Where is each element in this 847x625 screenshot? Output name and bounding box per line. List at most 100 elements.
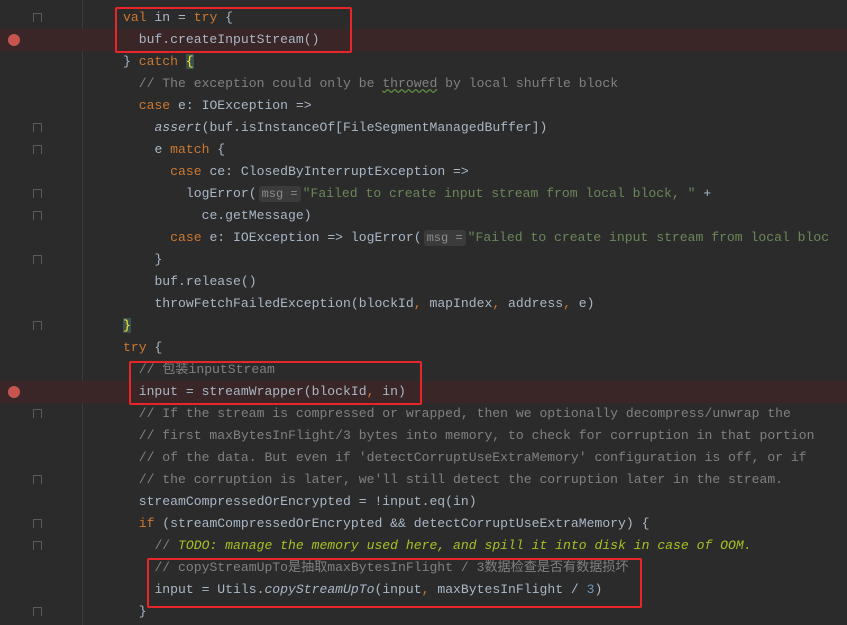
code-token: (buf.isInstanceOf[FileSegmentManagedBuff… [201,120,548,135]
code-token: , [563,296,571,311]
code-text: buf.release() [154,271,256,293]
fold-marker-icon[interactable] [33,189,42,198]
code-line[interactable]: case e: IOException => [0,95,847,117]
code-text: // of the data. But even if 'detectCorru… [139,447,807,469]
code-token: e [154,142,171,157]
code-token: "Failed to create input stream from loca… [302,186,696,201]
fold-marker-icon[interactable] [33,607,42,616]
code-token: // first maxBytesInFlight/3 bytes into m… [138,428,815,443]
code-line[interactable]: input = streamWrapper(blockId, in) [0,381,847,403]
code-text: // If the stream is compressed or wrappe… [139,403,791,425]
breakpoint-icon[interactable] [8,34,20,46]
code-text: throwFetchFailedException(blockId, mapIn… [154,293,594,315]
code-line[interactable]: } [0,315,847,337]
code-text: try { [123,337,162,359]
code-text: // The exception could only be throwed b… [139,73,618,95]
code-line[interactable]: case e: IOException => logError(msg = "Fa… [0,227,847,249]
code-line[interactable]: // 包装inputStream [0,359,847,381]
code-token: throwed [382,76,438,91]
code-token: // of the data. But even if 'detectCorru… [138,450,807,465]
code-line[interactable]: ce.getMessage) [0,205,847,227]
code-text: // TODO: manage the memory used here, an… [154,535,751,557]
code-token: streamCompressedOrEncrypted = !input.eq(… [138,494,477,509]
code-token: assert [154,120,202,135]
fold-marker-icon[interactable] [33,541,42,550]
code-line[interactable]: // TODO: manage the memory used here, an… [0,535,847,557]
code-text: if (streamCompressedOrEncrypted && detec… [139,513,650,535]
code-token: // [154,538,179,553]
fold-marker-icon[interactable] [33,123,42,132]
code-text: streamCompressedOrEncrypted = !input.eq(… [139,491,477,513]
fold-marker-icon[interactable] [33,475,42,484]
code-token: TODO: manage the memory used here, and s… [178,538,752,553]
code-text: } [139,601,147,623]
code-text: assert(buf.isInstanceOf[FileSegmentManag… [154,117,547,139]
code-text: // first maxBytesInFlight/3 bytes into m… [139,425,815,447]
fold-marker-icon[interactable] [33,409,42,418]
code-token: address [500,296,564,311]
code-token: } [123,54,139,69]
fold-marker-icon[interactable] [33,211,42,220]
code-line[interactable]: logError(msg = "Failed to create input st… [0,183,847,205]
code-token: case [170,230,202,245]
code-token: ce.getMessage) [201,208,312,223]
code-token: e: IOException => logError( [201,230,422,245]
code-token: } [123,318,131,333]
code-line[interactable]: throwFetchFailedException(blockId, mapIn… [0,293,847,315]
code-text: case e: IOException => logError(msg = "Fa… [170,227,829,249]
code-line[interactable]: // of the data. But even if 'detectCorru… [0,447,847,469]
code-text: case e: IOException => [139,95,312,117]
code-token: e) [570,296,595,311]
code-line[interactable]: try { [0,337,847,359]
code-token: ce: ClosedByInterruptException => [201,164,469,179]
code-token: , [492,296,501,311]
code-token: } [138,604,147,619]
code-token: buf.release() [154,274,257,289]
code-line[interactable]: case ce: ClosedByInterruptException => [0,161,847,183]
code-token: { [185,54,194,69]
code-line[interactable]: if (streamCompressedOrEncrypted && detec… [0,513,847,535]
highlight-box-val-in [115,7,352,53]
code-token: // The exception could only be [138,76,383,91]
code-text: // the corruption is later, we'll still … [139,469,783,491]
code-line[interactable]: // first maxBytesInFlight/3 bytes into m… [0,425,847,447]
code-token: throwFetchFailedException(blockId [154,296,414,311]
code-token: { [146,340,163,355]
code-line[interactable]: e match { [0,139,847,161]
code-token: match [170,142,210,157]
fold-marker-icon[interactable] [33,321,42,330]
code-line[interactable]: } [0,249,847,271]
code-line[interactable]: } catch { [0,51,847,73]
code-token: + [695,186,712,201]
code-text: e match { [154,139,225,161]
code-token: // the corruption is later, we'll still … [138,472,784,487]
fold-marker-icon[interactable] [33,519,42,528]
code-token: mapIndex [421,296,493,311]
code-token: case [170,164,202,179]
code-line[interactable]: assert(buf.isInstanceOf[FileSegmentManag… [0,117,847,139]
code-line[interactable]: // the corruption is later, we'll still … [0,469,847,491]
fold-marker-icon[interactable] [33,145,42,154]
code-token: catch [138,54,179,69]
fold-marker-icon[interactable] [33,13,42,22]
code-text: logError(msg = "Failed to create input st… [186,183,711,205]
code-token: } [154,252,163,267]
code-line[interactable]: // The exception could only be throwed b… [0,73,847,95]
code-token: { [209,142,226,157]
code-line[interactable]: streamCompressedOrEncrypted = !input.eq(… [0,491,847,513]
code-text: } [123,315,131,337]
code-token: try [123,340,147,355]
code-line[interactable]: buf.release() [0,271,847,293]
code-token: , [413,296,422,311]
breakpoint-icon[interactable] [8,386,20,398]
code-token: "Failed to create input stream from loca… [467,230,830,245]
code-token: (streamCompressedOrEncrypted && detectCo… [154,516,650,531]
fold-marker-icon[interactable] [33,255,42,264]
code-token: // If the stream is compressed or wrappe… [138,406,791,421]
code-token: e: IOException => [170,98,312,113]
code-text: case ce: ClosedByInterruptException => [170,161,469,183]
code-line[interactable]: // If the stream is compressed or wrappe… [0,403,847,425]
code-editor[interactable]: val in = try {buf.createInputStream()} c… [0,7,847,623]
highlight-box-stream-wrapper [129,361,422,405]
